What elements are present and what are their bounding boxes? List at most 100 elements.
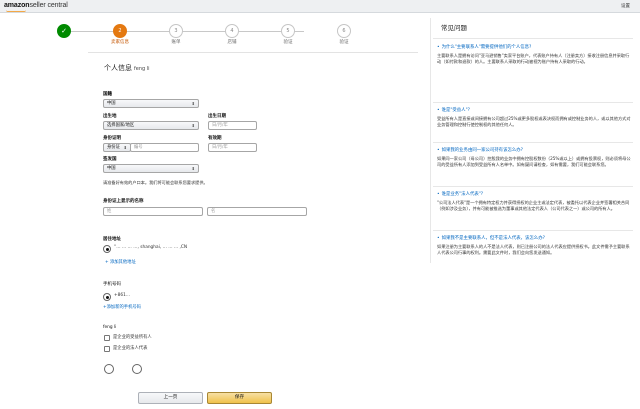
divider — [433, 142, 633, 143]
step-label: 卖家信息 — [111, 40, 129, 45]
bullet-icon: • — [437, 192, 440, 197]
birthplace-select[interactable]: 选择国家/地区 ⬍ — [103, 121, 199, 130]
faq-question[interactable]: • 谁是业务"法人代表"? — [437, 192, 633, 198]
phone-radio[interactable] — [103, 293, 111, 301]
expiry-label: 有效期 — [208, 136, 222, 141]
step-5: 5 验证 — [268, 24, 308, 46]
faq-question[interactable]: • 谁是"受益人"? — [437, 108, 633, 114]
faq-question-text: 谁是"受益人"? — [441, 108, 470, 113]
step-3: 3 账单 — [156, 24, 196, 46]
step-number: 5 — [281, 24, 295, 38]
chevron-down-icon: ⬍ — [191, 166, 195, 171]
nationality-value: 中国 — [107, 101, 116, 106]
idproof-number-input[interactable]: 编号 — [130, 143, 199, 152]
divider — [433, 186, 633, 187]
legal-rep-checkbox[interactable] — [104, 346, 110, 352]
birthplace-value: 选择国家/地区 — [107, 123, 135, 128]
bullet-icon: • — [437, 45, 440, 50]
step-2: 2 卖家信息 — [100, 24, 140, 46]
faq-answer: "公司法人代表"是一个拥有特定权力并获得授权的企业主或法定代表，被委托以代表企业… — [437, 200, 630, 211]
logo-main: amazon — [4, 2, 30, 9]
faq-title: 常见问题 — [441, 24, 467, 32]
chevron-down-icon: ⬍ — [191, 123, 195, 128]
faq-item-3: • 如果我的业务由同一家公司持有该怎么办? 如果同一家公司（母公司）控股我的业务中… — [437, 148, 633, 168]
address-label: 居住地址 — [103, 237, 121, 242]
address-radio[interactable] — [103, 245, 111, 253]
chevron-down-icon: ⬍ — [191, 101, 195, 106]
logo-sub: seller central — [29, 2, 68, 9]
add-phone-link[interactable]: +添加新的手机号码 — [103, 305, 141, 310]
idproof-type-value: 身份证 — [107, 145, 120, 150]
faq-question[interactable]: • 为什么"主要联系人"需要提供他们的个人信息? — [437, 45, 633, 51]
person-name: feng li — [103, 325, 117, 330]
birthdate-label: 出生日期 — [208, 114, 226, 119]
faq-question-text: 为什么"主要联系人"需要提供他们的个人信息? — [441, 45, 532, 50]
faq-answer: 受益所有人是直接或间接拥有公司超过25%或更多股权或表决权而拥有或控制业务的人，… — [437, 116, 631, 127]
faq-answer: 主要联系人是拥有访问"亚马逊销售"卖家平台账户，代表账户持有人（注册卖方）接收注… — [437, 53, 630, 64]
step-number: 4 — [225, 24, 239, 38]
step-label: 验证 — [339, 40, 349, 45]
step-number: 2 — [113, 24, 127, 38]
faq-question-text: 谁是业务"法人代表"? — [441, 192, 484, 197]
previous-button[interactable]: 上一页 — [138, 392, 203, 404]
step-4: 4 店铺 — [212, 24, 252, 46]
beneficial-owner-checkbox[interactable] — [104, 335, 110, 341]
amazon-seller-central-logo[interactable]: amazonseller central — [4, 2, 68, 12]
add-address-link[interactable]: + 添加其他地址 — [105, 260, 136, 265]
faq-panel: 常见问题 • 为什么"主要联系人"需要提供他们的个人信息? 主要联系人是拥有访问"… — [430, 18, 635, 263]
faq-answer: 如果注册为主要联系人的人不是法人代表，则已注册公司的法人代表应提供授权书。此文件… — [437, 244, 630, 255]
option-radio-2[interactable] — [132, 364, 142, 374]
step-number: 3 — [169, 24, 183, 38]
chevron-down-icon: ⬍ — [123, 145, 127, 150]
top-bar: amazonseller central 设置 — [0, 0, 640, 13]
bullet-icon: • — [437, 108, 440, 113]
faq-item-1: • 为什么"主要联系人"需要提供他们的个人信息? 主要联系人是拥有访问"亚马逊销售… — [437, 45, 633, 65]
divider — [433, 102, 633, 103]
birthplace-label: 出生地 — [103, 114, 117, 119]
phone-value: +861… — [114, 293, 131, 298]
faq-item-5: • 如果我不是主要联系人，但不是法人代表，该怎么办? 如果注册为主要联系人的人不是… — [437, 236, 633, 256]
faq-answer: 如果同一家公司（母公司）控股我的业务中拥有控股权数份（25%或以上）或拥有投票权… — [437, 156, 631, 167]
phone-label: 手机号码 — [103, 282, 121, 287]
issuer-select[interactable]: 中国 ⬍ — [103, 164, 199, 173]
divider — [88, 52, 418, 53]
step-label: 店铺 — [227, 40, 237, 45]
legal-rep-label: 是企业的法人代表 — [113, 346, 148, 351]
faq-question-text: 如果我不是主要联系人，但不是法人代表，该怎么办? — [441, 236, 545, 241]
faq-question[interactable]: • 如果我不是主要联系人，但不是法人代表，该怎么办? — [437, 236, 633, 242]
divider — [433, 230, 633, 231]
nationality-label: 国籍 — [103, 92, 112, 97]
step-label: 验证 — [283, 40, 293, 45]
check-icon: ✓ — [57, 24, 71, 38]
expiry-input[interactable]: 日/月/年 — [208, 143, 257, 152]
given-name-input[interactable]: 名 — [207, 207, 307, 216]
idproof-label: 身份证明 — [103, 136, 121, 141]
surname-input[interactable]: 姓 — [103, 207, 203, 216]
option-radio-1[interactable] — [104, 364, 114, 374]
faq-question-text: 如果我的业务由同一家公司持有该怎么办? — [441, 148, 523, 153]
issuer-value: 中国 — [107, 166, 116, 171]
birthdate-input[interactable]: 日/月/年 — [208, 121, 257, 130]
step-number: 6 — [337, 24, 351, 38]
divider — [433, 38, 633, 39]
bullet-icon: • — [437, 236, 440, 241]
idproof-type-select[interactable]: 身份证 ⬍ — [103, 143, 131, 152]
bullet-icon: • — [437, 148, 440, 153]
progress-stepper: ✓ 2 卖家信息 3 账单 4 店铺 5 验证 6 验证 — [52, 24, 352, 48]
name-on-id-label: 身份证上显示的名称 — [103, 199, 144, 204]
nationality-select[interactable]: 中国 ⬍ — [103, 99, 199, 108]
step-label: 账单 — [171, 40, 181, 45]
settings-link[interactable]: 设置 — [621, 4, 630, 10]
amazon-smile-icon — [6, 10, 26, 12]
id-note: 请准备好有效的户口本。我们将可能会联系您要求提供。 — [103, 180, 208, 185]
faq-question[interactable]: • 如果我的业务由同一家公司持有该怎么办? — [437, 148, 633, 154]
page-title: 个人信息 feng li — [104, 64, 150, 73]
faq-item-4: • 谁是业务"法人代表"? "公司法人代表"是一个拥有特定权力并获得授权的企业主或… — [437, 192, 633, 212]
page-title-name: feng li — [134, 66, 150, 72]
step-1: ✓ — [44, 24, 84, 40]
page-title-text: 个人信息 — [104, 64, 132, 72]
address-value: “… … … …, shanghai, … … … ,CN — [114, 245, 188, 250]
save-button[interactable]: 保存 — [207, 392, 272, 404]
faq-item-2: • 谁是"受益人"? 受益所有人是直接或间接拥有公司超过25%或更多股权或表决权而… — [437, 108, 633, 128]
step-6: 6 验证 — [324, 24, 364, 46]
